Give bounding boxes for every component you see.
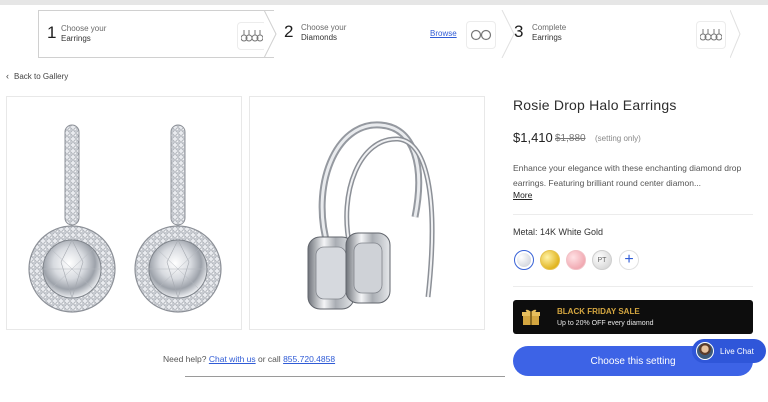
promo-subtitle: Up to 20% OFF every diamond	[557, 320, 654, 327]
ring-pair-icon	[466, 21, 496, 49]
product-description: Enhance your elegance with these enchant…	[513, 163, 742, 188]
phone-link[interactable]: 855.720.4858	[283, 354, 335, 364]
original-price: $1,880	[555, 133, 586, 144]
chevron-left-icon: ‹	[6, 71, 9, 81]
product-image-front[interactable]	[6, 96, 242, 330]
help-line: Need help? Chat with us or call 855.720.…	[163, 354, 335, 364]
swatch-rose-gold[interactable]	[566, 250, 586, 270]
promo-title: BLACK FRIDAY SALE	[557, 307, 640, 316]
product-price: $1,410	[513, 130, 553, 145]
earrings-icon	[237, 22, 267, 50]
back-label: Back to Gallery	[14, 71, 69, 81]
live-chat-label: Live Chat	[720, 346, 754, 356]
step-label: Complete Earrings	[532, 23, 567, 42]
help-middle: or call	[258, 354, 281, 364]
step-label: Choose your Earrings	[61, 24, 107, 43]
earrings-front-image	[28, 124, 222, 313]
swatch-platinum[interactable]: PT	[592, 250, 612, 270]
swatch-white-gold[interactable]	[514, 250, 534, 270]
help-prefix: Need help?	[163, 354, 207, 364]
scroll-line	[185, 376, 505, 377]
product-title: Rosie Drop Halo Earrings	[513, 97, 677, 113]
product-image-side[interactable]	[249, 96, 485, 330]
earrings-icon	[696, 21, 726, 49]
promo-banner[interactable]: BLACK FRIDAY SALE Up to 20% OFF every di…	[513, 300, 753, 334]
swatch-yellow-gold[interactable]	[540, 250, 560, 270]
build-stepper: 1 Choose your Earrings 2 Choose your Dia…	[38, 10, 741, 58]
chat-with-us-link[interactable]: Chat with us	[209, 354, 256, 364]
earrings-side-image	[307, 121, 435, 310]
step-3-complete[interactable]: 3 Complete Earrings	[508, 10, 741, 58]
page-footer-area	[0, 376, 768, 402]
metal-label: Metal: 14K White Gold	[513, 227, 604, 237]
divider	[513, 214, 753, 215]
step-label: Choose your Diamonds	[301, 23, 347, 42]
more-link[interactable]: More	[513, 190, 532, 200]
agent-avatar	[696, 342, 714, 360]
top-border	[0, 0, 768, 5]
step-number: 1	[47, 23, 57, 42]
price-note: (setting only)	[595, 134, 641, 143]
more-metals-button[interactable]: +	[619, 250, 639, 270]
step-number: 3	[514, 22, 524, 41]
gift-icon	[522, 309, 540, 325]
back-to-gallery-link[interactable]: ‹ Back to Gallery	[6, 71, 68, 81]
step-arrow	[730, 10, 741, 58]
divider	[513, 286, 753, 287]
step-1-earrings[interactable]: 1 Choose your Earrings	[38, 10, 274, 58]
live-chat-button[interactable]: Live Chat	[692, 339, 766, 363]
browse-link[interactable]: Browse	[430, 29, 457, 38]
step-number: 2	[284, 22, 294, 41]
step-2-diamonds[interactable]: 2 Choose your Diamonds Browse	[278, 10, 506, 58]
